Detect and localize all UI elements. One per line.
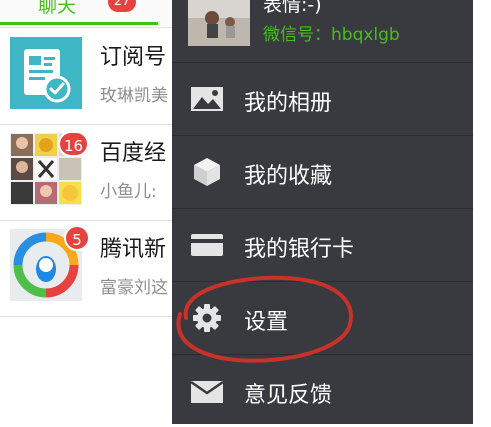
- tab-active-underline: [0, 22, 158, 25]
- feedback-envelope-icon: [190, 375, 224, 407]
- menu-label: 我的银行卡: [244, 237, 355, 262]
- photo-album-icon: [190, 83, 224, 115]
- settings-gear-icon: [190, 302, 224, 334]
- chat-preview: 小鱼儿:: [100, 182, 157, 202]
- menu-item-feedback[interactable]: 意见反馈: [172, 355, 473, 427]
- background-edge: [473, 0, 491, 424]
- menu-item-bank-card[interactable]: 我的银行卡: [172, 209, 473, 281]
- favorites-cube-icon: [190, 156, 224, 188]
- profile-entry[interactable]: 表情:-) 微信号：hbqxlgb: [172, 0, 473, 62]
- chats-unread-badge: 27: [108, 0, 136, 12]
- chat-name: 订阅号: [100, 45, 167, 70]
- account-dropdown-menu: 表情:-) 微信号：hbqxlgb 我的相册 我的收藏 我的银行卡 设置 意见反…: [172, 0, 473, 424]
- menu-item-favorites[interactable]: 我的收藏: [172, 136, 473, 208]
- tab-chats[interactable]: 聊天: [38, 0, 76, 18]
- bank-card-icon: [190, 229, 224, 261]
- chat-name: 百度经: [100, 141, 167, 166]
- chat-preview: 富豪刘这: [100, 278, 168, 298]
- menu-label: 意见反馈: [244, 383, 333, 408]
- menu-label: 设置: [244, 310, 289, 335]
- menu-item-settings[interactable]: 设置: [172, 282, 473, 354]
- profile-wechat-id: 微信号：hbqxlgb: [263, 25, 400, 45]
- unread-badge: 5: [64, 225, 90, 251]
- chat-name: 腾讯新: [100, 237, 167, 262]
- chat-preview: 玫琳凯美: [100, 86, 168, 106]
- subscription-icon: [10, 37, 82, 109]
- menu-label: 我的收藏: [244, 164, 333, 189]
- profile-name: 表情:-): [263, 0, 322, 16]
- unread-badge: 16: [58, 131, 90, 157]
- menu-label: 我的相册: [244, 91, 333, 116]
- profile-avatar: [188, 0, 250, 46]
- menu-item-album[interactable]: 我的相册: [172, 63, 473, 135]
